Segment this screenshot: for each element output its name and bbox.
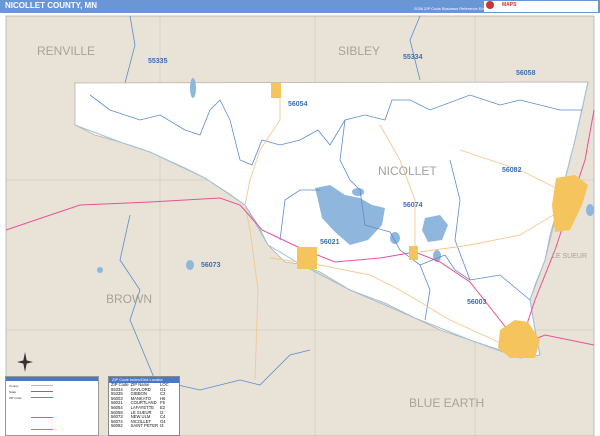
county-label-sibley: SIBLEY (338, 44, 380, 58)
city-courtland[interactable] (297, 247, 317, 269)
zip-label-56082: 56082 (502, 167, 522, 174)
legend-row-state: State (9, 390, 17, 394)
logo-text: MAPS (502, 2, 517, 8)
county-label-blue-earth: BLUE EARTH (409, 396, 484, 410)
table-row: 56082 SAINT PETER I3 (111, 424, 171, 429)
legend-row-county: County (9, 384, 19, 388)
map-legend: County State ZIP Code (5, 376, 99, 436)
map-canvas[interactable]: RENVILLE SIBLEY NICOLLET BROWN BLUE EART… (0, 0, 600, 436)
legend-row-zip: ZIP Code (9, 396, 22, 400)
zip-name-cell: SAINT PETER (130, 423, 159, 429)
zip-label-56073: 56073 (201, 262, 221, 269)
zip-label-56074: 56074 (403, 202, 423, 209)
zip-code-cell: 56082 (111, 423, 123, 429)
header-bar: NICOLLET COUNTY, MN 2026 ZIP Code Busine… (0, 0, 600, 13)
zip-label-56054: 56054 (288, 101, 308, 108)
zip-label-55334: 55334 (403, 54, 423, 61)
county-label-renville: RENVILLE (37, 44, 95, 58)
logo-icon (486, 1, 494, 9)
edition-label: 2026 ZIP Code Business Reference Edition (414, 6, 492, 11)
county-label-le-sueur: LE SUEUR (552, 253, 587, 260)
brand-logo: MAPS (484, 1, 598, 12)
loc-cell: I3 (160, 423, 164, 429)
city-lafayette[interactable] (271, 83, 281, 98)
city-nicollet[interactable] (409, 246, 418, 260)
county-label-brown: BROWN (106, 292, 152, 306)
legend-header (6, 377, 98, 381)
zip-label-56003: 56003 (467, 299, 487, 306)
zip-index-table: ZIP Code Index/Grid Locator ZIP Code ZIP… (108, 376, 180, 436)
page-title: NICOLLET COUNTY, MN (5, 1, 97, 10)
county-label-nicollet: NICOLLET (378, 164, 437, 178)
zip-label-55335: 55335 (148, 58, 168, 65)
zip-label-56058: 56058 (516, 70, 536, 77)
zip-label-56021: 56021 (320, 239, 340, 246)
